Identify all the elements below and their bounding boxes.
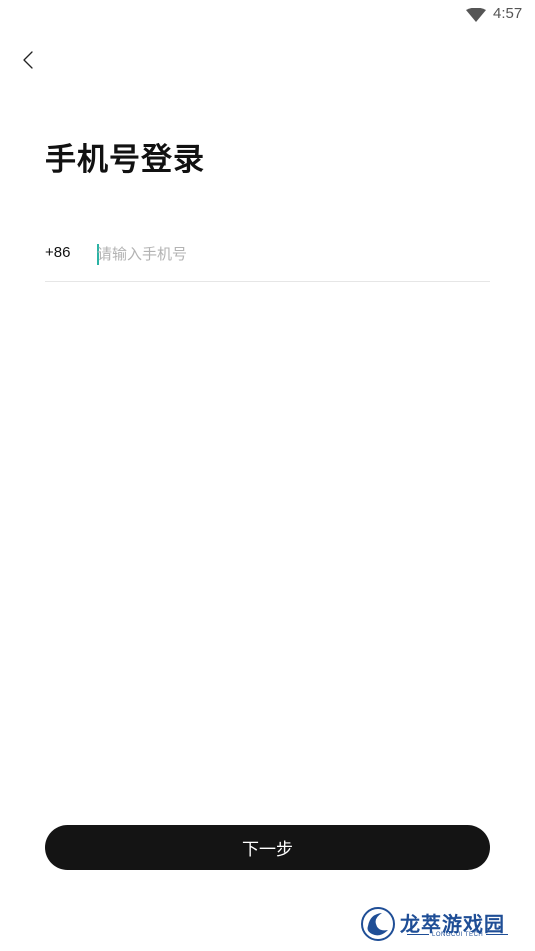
watermark-sub: LONGCUI TECH <box>404 932 511 938</box>
wifi-icon <box>466 7 486 22</box>
chevron-left-icon <box>23 51 33 69</box>
phone-number-input[interactable] <box>95 240 485 268</box>
page-title: 手机号登录 <box>45 142 205 178</box>
next-step-button[interactable]: 下一步 <box>45 825 490 870</box>
phone-input-row: +86 <box>45 236 490 282</box>
watermark: 龙萃游戏园 LONGCUI TECH <box>360 905 520 945</box>
country-code[interactable]: +86 <box>45 244 70 261</box>
watermark-logo-icon <box>360 906 396 942</box>
back-button[interactable] <box>16 46 44 74</box>
status-time: 4:57 <box>493 5 523 22</box>
status-bar: 4:57 <box>0 0 535 30</box>
